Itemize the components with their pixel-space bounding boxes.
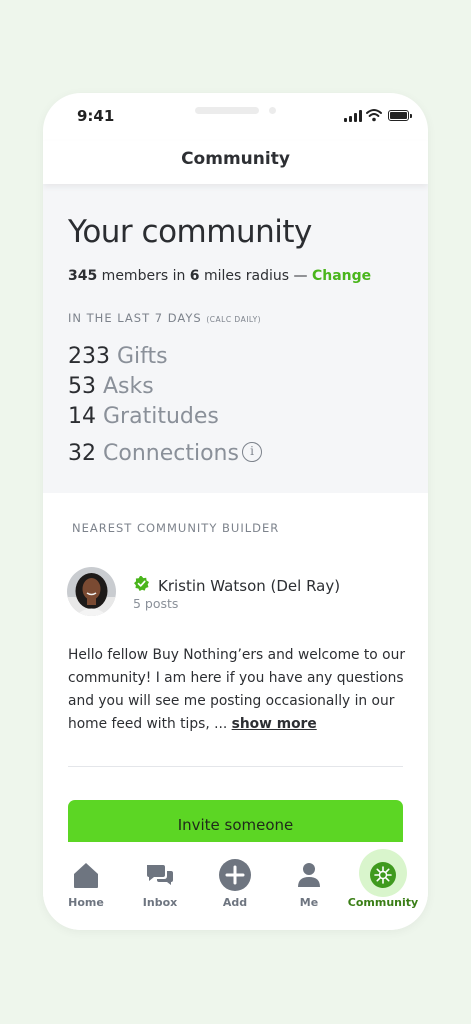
stat-asks: 53 Asks <box>68 374 154 399</box>
stat-value: 53 <box>68 374 96 399</box>
community-heading: Your community <box>68 214 312 250</box>
battery-icon <box>388 110 412 121</box>
person-icon <box>298 863 320 887</box>
divider <box>68 766 403 767</box>
stat-label: Gratitudes <box>103 404 219 429</box>
period-label: IN THE LAST 7 DAYS (CALC DAILY) <box>68 311 261 325</box>
tab-me[interactable]: Me <box>273 842 345 930</box>
tab-label: Add <box>222 896 248 909</box>
community-icon <box>370 862 396 888</box>
tab-inbox[interactable]: Inbox <box>124 842 196 930</box>
tab-add[interactable]: Add <box>199 842 271 930</box>
verified-icon <box>134 576 149 591</box>
camera-notch <box>269 107 276 114</box>
stat-label: Gifts <box>117 344 168 369</box>
status-time: 9:41 <box>77 107 115 125</box>
stat-connections: 32 Connections <box>68 441 239 466</box>
radius-text: miles radius — <box>199 268 312 284</box>
wifi-icon <box>366 109 382 122</box>
members-line: 345 members in 6 miles radius — Change <box>68 268 371 284</box>
builder-section-label: NEAREST COMMUNITY BUILDER <box>72 521 280 535</box>
status-bar: 9:41 <box>43 93 428 141</box>
signal-icon <box>344 110 362 122</box>
period-label-text: IN THE LAST 7 DAYS <box>68 311 202 325</box>
stat-value: 32 <box>68 441 96 466</box>
show-more-link[interactable]: show more <box>232 716 317 732</box>
stat-gratitudes: 14 Gratitudes <box>68 404 219 429</box>
info-icon[interactable]: i <box>242 442 262 462</box>
invite-button[interactable]: Invite someone <box>68 800 403 846</box>
stat-label: Asks <box>103 374 154 399</box>
tab-label: Inbox <box>142 896 178 909</box>
stat-value: 233 <box>68 344 110 369</box>
builder-name[interactable]: Kristin Watson (Del Ray) <box>158 577 340 595</box>
community-summary: Your community 345 members in 6 miles ra… <box>43 184 428 493</box>
period-note: (CALC DAILY) <box>206 315 262 324</box>
bottom-tab-bar: Home Inbox Add Me Community <box>43 842 428 930</box>
builder-bio: Hello fellow Buy Nothing’ers and welcome… <box>68 644 408 736</box>
stat-label: Connections <box>103 441 239 466</box>
builder-posts: 5 posts <box>133 596 179 611</box>
stat-value: 14 <box>68 404 96 429</box>
builder-avatar[interactable] <box>67 567 116 616</box>
page-header: Community <box>43 141 428 184</box>
members-count: 345 <box>68 268 98 284</box>
stat-gifts: 233 Gifts <box>68 344 168 369</box>
page-title: Community <box>181 149 290 169</box>
members-text: members in <box>97 268 190 284</box>
change-radius-link[interactable]: Change <box>312 268 371 284</box>
home-icon <box>74 863 98 888</box>
plus-icon <box>219 859 251 891</box>
radius-value: 6 <box>189 268 200 284</box>
chat-icon <box>147 865 173 885</box>
tab-community[interactable]: Community <box>347 842 419 930</box>
tab-label: Home <box>68 896 104 909</box>
tab-home[interactable]: Home <box>50 842 122 930</box>
phone-frame: 9:41 Community Your community 345 member… <box>43 93 428 930</box>
tab-label: Me <box>299 896 319 909</box>
tab-label: Community <box>347 896 419 909</box>
speaker-notch <box>195 107 259 114</box>
